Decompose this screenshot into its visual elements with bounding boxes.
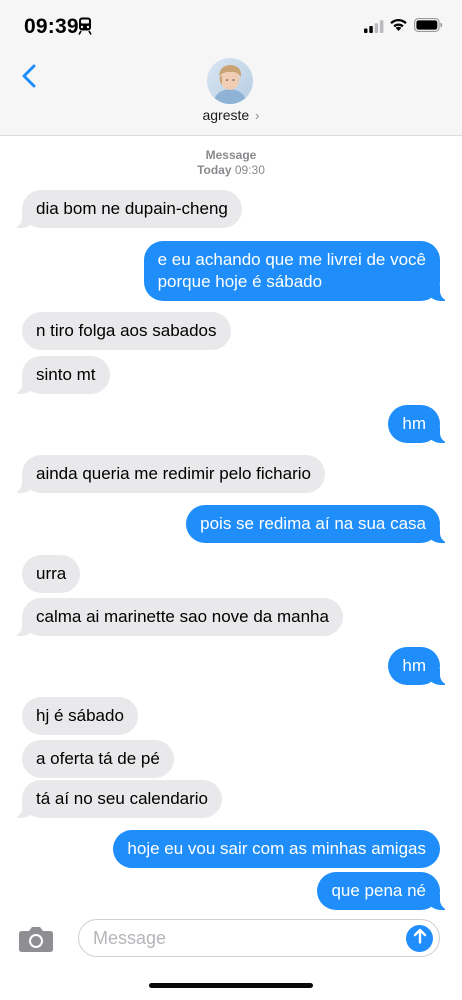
- wifi-icon: [389, 17, 408, 37]
- contact-info-button[interactable]: agreste ›: [0, 107, 462, 123]
- incoming-message[interactable]: n tiro folga aos sabados: [22, 312, 231, 350]
- message-text: sinto mt: [36, 365, 96, 384]
- incoming-message[interactable]: urra: [22, 555, 81, 593]
- message-text: que pena né: [331, 881, 426, 900]
- back-button[interactable]: [14, 62, 44, 94]
- camera-icon: [18, 927, 54, 957]
- outgoing-message[interactable]: hm: [388, 405, 450, 443]
- battery-icon: [414, 18, 443, 37]
- incoming-message[interactable]: ainda queria me redimir pelo fichario: [12, 455, 325, 493]
- outgoing-message[interactable]: e eu achando que me livrei de você porqu…: [143, 241, 451, 301]
- contact-name: agreste: [202, 107, 250, 123]
- timestamp-time: 09:30: [234, 163, 265, 177]
- message-text: pois se redima aí na sua casa: [200, 514, 426, 533]
- message-text: e eu achando que me livrei de você: [157, 250, 426, 269]
- outgoing-message[interactable]: que pena né: [317, 872, 450, 910]
- incoming-message[interactable]: tá aí no seu calendario: [11, 780, 223, 818]
- message-input[interactable]: [93, 920, 393, 956]
- outgoing-message[interactable]: pois se redima aí na sua casa: [186, 505, 450, 543]
- status-bar: 09:39: [0, 0, 462, 56]
- message-text: dia bom ne dupain-cheng: [36, 199, 228, 218]
- message-text: porque hoje é sábado: [157, 272, 323, 291]
- avatar[interactable]: [207, 58, 253, 104]
- message-text: urra: [36, 564, 67, 583]
- incoming-message[interactable]: sinto mt: [12, 356, 110, 394]
- message-text: tá aí no seu calendario: [36, 789, 209, 808]
- outgoing-message[interactable]: hm: [388, 647, 450, 685]
- incoming-message[interactable]: calma ai marinette sao nove da manha: [12, 598, 343, 636]
- incoming-message[interactable]: a oferta tá de pé: [22, 740, 174, 778]
- message-text: calma ai marinette sao nove da manha: [36, 607, 329, 626]
- message-text: a oferta tá de pé: [36, 749, 160, 768]
- home-indicator: [149, 983, 313, 988]
- message-text: hj é sábado: [36, 706, 124, 725]
- signal-icon: [364, 20, 384, 38]
- camera-button[interactable]: [18, 925, 54, 953]
- timestamp-day: Today: [197, 163, 232, 177]
- incoming-message[interactable]: dia bom ne dupain-cheng: [12, 190, 242, 228]
- message-field: [78, 919, 440, 957]
- chevron-right-icon: ›: [255, 107, 260, 123]
- arrow-up-icon: [413, 928, 427, 949]
- message-text: n tiro folga aos sabados: [36, 321, 217, 340]
- incoming-message[interactable]: hj é sábado: [22, 697, 138, 735]
- message-text: ainda queria me redimir pelo fichario: [36, 464, 311, 483]
- message-text: hm: [402, 656, 426, 675]
- message-text: hm: [402, 414, 426, 433]
- send-button[interactable]: [406, 925, 433, 952]
- conversation-header: agreste ›: [0, 56, 462, 136]
- chevron-left-icon: [22, 64, 36, 93]
- outgoing-message[interactable]: hoje eu vou sair com as minhas amigas: [113, 830, 440, 868]
- thread-timestamp: Message Today 09:30: [0, 148, 462, 178]
- message-text: hoje eu vou sair com as minhas amigas: [127, 839, 426, 858]
- train-icon: [78, 17, 92, 40]
- service-label: Message: [205, 148, 257, 162]
- status-time: 09:39: [24, 15, 79, 38]
